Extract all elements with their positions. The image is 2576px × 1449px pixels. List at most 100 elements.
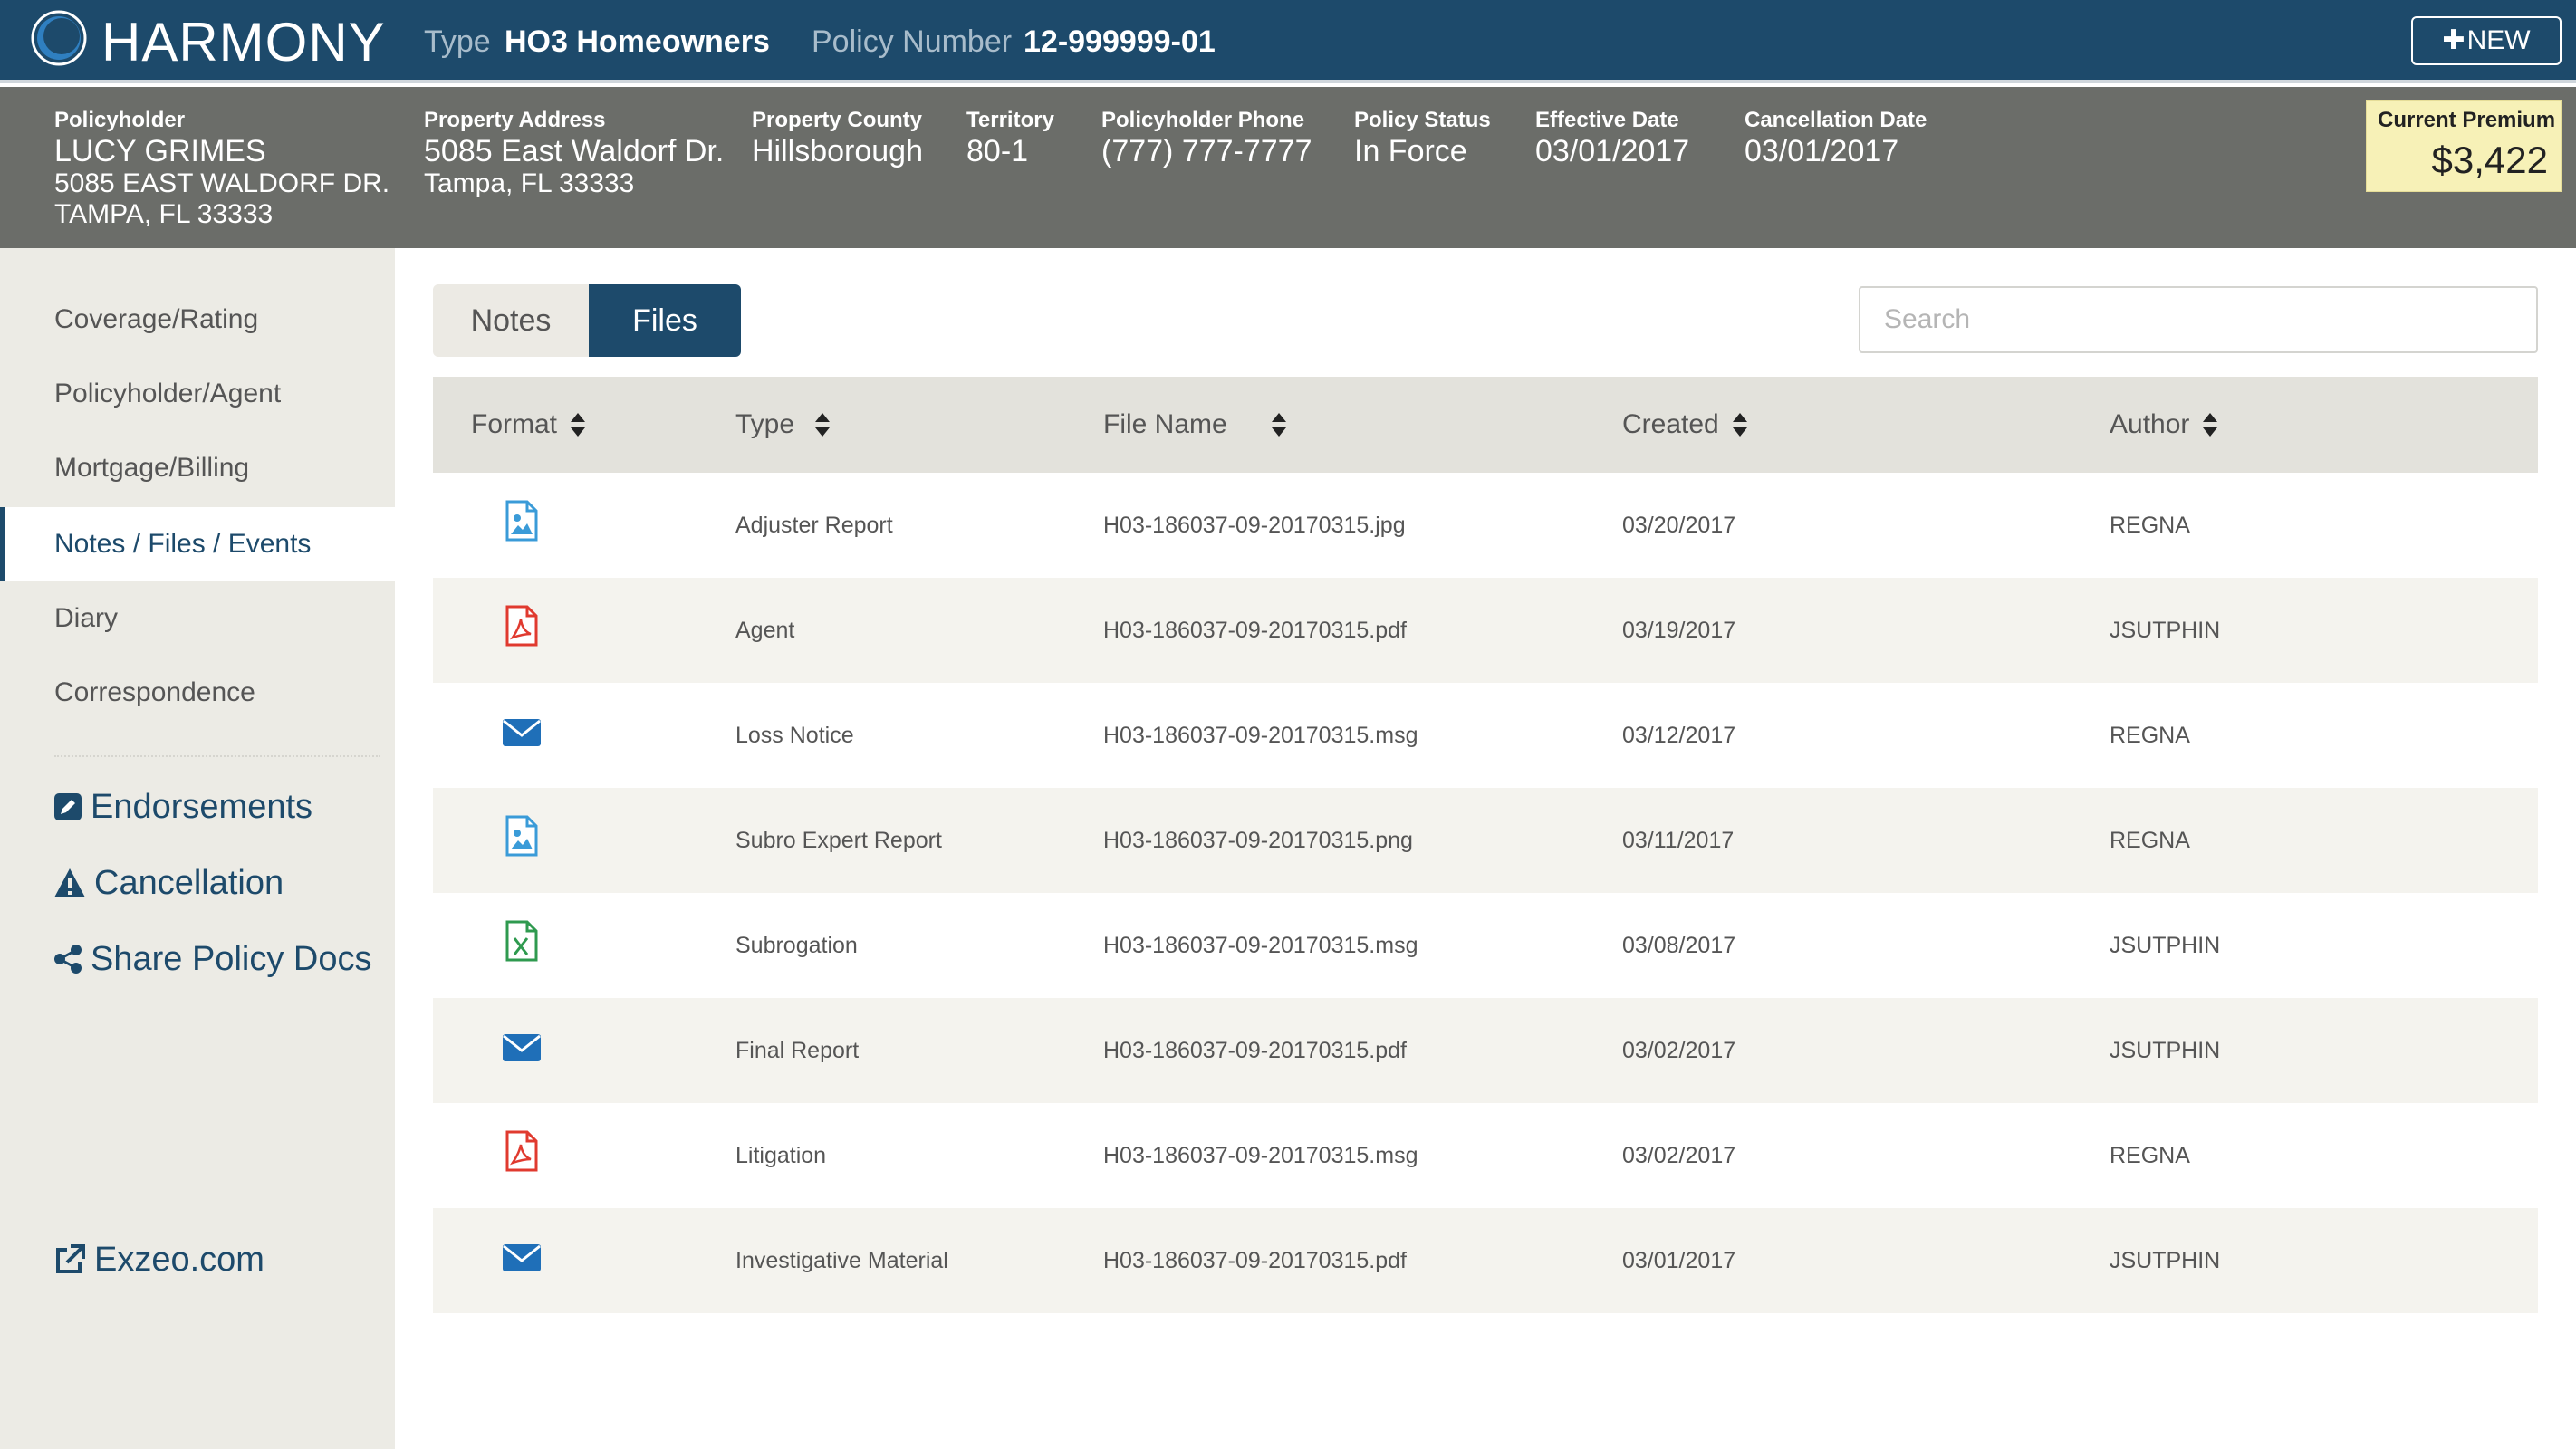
new-button[interactable]: ✚NEW (2411, 16, 2562, 65)
cell-created: 03/02/2017 (1622, 1038, 1736, 1063)
email-file-icon[interactable] (502, 710, 542, 752)
sort-icon (571, 413, 586, 437)
cell-created: 03/11/2017 (1622, 828, 1735, 853)
property-address-block: Property Address 5085 East Waldorf Dr. T… (424, 107, 724, 199)
pdf-file-icon[interactable] (502, 605, 542, 647)
image-file-icon[interactable] (502, 815, 542, 857)
table-row[interactable]: Subrogation H03-186037-09-20170315.msg 0… (433, 893, 2538, 998)
policyholder-address-line2: TAMPA, FL 33333 (54, 199, 274, 229)
table-row[interactable]: Loss Notice H03-186037-09-20170315.msg 0… (433, 683, 2538, 788)
tab-notes[interactable]: Notes (433, 284, 589, 357)
cell-file-name[interactable]: H03-186037-09-20170315.msg (1103, 1103, 1418, 1208)
column-header-format[interactable]: Format (471, 377, 586, 473)
cancellation-link[interactable]: Cancellation (53, 862, 284, 904)
cell-file-name[interactable]: H03-186037-09-20170315.msg (1103, 893, 1418, 998)
column-header-file-name[interactable]: File Name (1103, 377, 1287, 473)
excel-file-icon[interactable] (502, 920, 542, 962)
cell-file-name[interactable]: H03-186037-09-20170315.pdf (1103, 998, 1407, 1103)
policy-number-value: 12-999999-01 (1024, 24, 1216, 59)
column-header-author[interactable]: Author (2110, 377, 2218, 473)
table-row[interactable]: Final Report H03-186037-09-20170315.pdf … (433, 998, 2538, 1103)
column-header-label: Author (2110, 409, 2190, 439)
external-link-icon (56, 1244, 85, 1273)
email-file-icon[interactable] (502, 1025, 542, 1067)
share-icon (54, 945, 82, 974)
plus-icon: ✚ (2442, 25, 2465, 55)
share-policy-docs-link[interactable]: Share Policy Docs (53, 938, 371, 980)
cell-type: Investigative Material (735, 1248, 948, 1273)
content-tabs: Notes Files (433, 284, 741, 357)
policyholder-name: LUCY GRIMES (54, 134, 266, 168)
table-row[interactable]: Litigation H03-186037-09-20170315.msg 03… (433, 1103, 2538, 1208)
cell-author: REGNA (2110, 513, 2190, 538)
table-row[interactable]: Subro Expert Report H03-186037-09-201703… (433, 788, 2538, 893)
cell-author: JSUTPHIN (2110, 1248, 2221, 1273)
exzeo-label: Exzeo.com (94, 1241, 264, 1279)
table-header: Format Type File Name Created Author (433, 377, 2538, 473)
policyholder-block: Policyholder LUCY GRIMES 5085 EAST WALDO… (54, 107, 389, 230)
sidebar-item-correspondence[interactable]: Correspondence (0, 656, 395, 730)
table-row[interactable]: Agent H03-186037-09-20170315.pdf 03/19/2… (433, 578, 2538, 683)
cell-type: Subrogation (735, 933, 858, 958)
sidebar-item-diary[interactable]: Diary (0, 581, 395, 656)
column-header-label: Format (471, 409, 558, 439)
table-row[interactable]: Adjuster Report H03-186037-09-20170315.j… (433, 473, 2538, 578)
effective-date-value: 03/01/2017 (1535, 134, 1690, 168)
cell-created: 03/19/2017 (1622, 618, 1736, 643)
cell-file-name[interactable]: H03-186037-09-20170315.msg (1103, 683, 1418, 788)
files-table: Format Type File Name Created Author Adj… (433, 377, 2538, 1313)
sort-icon (1271, 413, 1286, 437)
policyholder-address-line1: 5085 EAST WALDORF DR. (54, 168, 390, 198)
cell-file-name[interactable]: H03-186037-09-20170315.jpg (1103, 473, 1406, 578)
column-header-label: File Name (1103, 409, 1227, 439)
image-file-icon[interactable] (502, 500, 542, 542)
endorsements-label: Endorsements (91, 788, 313, 826)
effective-date-block: Effective Date 03/01/2017 (1535, 107, 1689, 168)
column-header-created[interactable]: Created (1622, 377, 1748, 473)
sidebar-item-coverage-rating[interactable]: Coverage/Rating (0, 283, 395, 357)
sidebar-item-mortgage-billing[interactable]: Mortgage/Billing (0, 431, 395, 505)
county-block: Property County Hillsborough (752, 107, 923, 168)
column-header-type[interactable]: Type (735, 377, 831, 473)
cell-file-name[interactable]: H03-186037-09-20170315.pdf (1103, 578, 1407, 683)
top-bar: HARMONY Type HO3 Homeowners Policy Numbe… (0, 0, 2576, 83)
sidebar-divider (54, 755, 380, 757)
sidebar-item-policyholder-agent[interactable]: Policyholder/Agent (0, 357, 395, 431)
cell-file-name[interactable]: H03-186037-09-20170315.pdf (1103, 1208, 1407, 1313)
cell-created: 03/20/2017 (1622, 513, 1736, 538)
policy-status-block: Policy Status In Force (1354, 107, 1491, 168)
email-file-icon[interactable] (502, 1235, 542, 1277)
territory-label: Territory (966, 108, 1054, 132)
endorsements-link[interactable]: Endorsements (53, 786, 312, 828)
cancellation-label: Cancellation (94, 864, 284, 902)
new-button-label: NEW (2466, 25, 2531, 55)
cell-file-name[interactable]: H03-186037-09-20170315.png (1103, 788, 1413, 893)
effective-date-label: Effective Date (1535, 108, 1679, 132)
sort-icon (2203, 413, 2218, 437)
pdf-file-icon[interactable] (502, 1130, 542, 1172)
exzeo-link[interactable]: Exzeo.com (53, 1239, 264, 1281)
harmony-logo-icon (31, 10, 87, 66)
cell-type: Loss Notice (735, 723, 854, 748)
app-logo-text: HARMONY (101, 12, 386, 72)
cell-author: REGNA (2110, 1143, 2190, 1168)
table-row[interactable]: Investigative Material H03-186037-09-201… (433, 1208, 2538, 1313)
county-label: Property County (752, 108, 923, 132)
cell-type: Agent (735, 618, 795, 643)
sidebar-item-notes-files-events[interactable]: Notes / Files / Events (0, 507, 395, 581)
phone-label: Policyholder Phone (1101, 108, 1305, 132)
territory-value: 80-1 (966, 134, 1029, 168)
property-address-line2: Tampa, FL 33333 (424, 168, 635, 198)
column-header-label: Type (735, 409, 795, 439)
policy-number-label: Policy Number (812, 24, 1013, 59)
policy-type-value: HO3 Homeowners (505, 24, 770, 59)
policyholder-label: Policyholder (54, 108, 186, 132)
cancellation-date-value: 03/01/2017 (1745, 134, 1899, 168)
search-input[interactable] (1859, 286, 2538, 353)
cancellation-date-label: Cancellation Date (1745, 108, 1927, 132)
tab-files[interactable]: Files (589, 284, 741, 357)
edit-icon (54, 793, 82, 820)
property-address-label: Property Address (424, 108, 606, 132)
cell-type: Adjuster Report (735, 513, 893, 538)
cell-created: 03/12/2017 (1622, 723, 1736, 748)
